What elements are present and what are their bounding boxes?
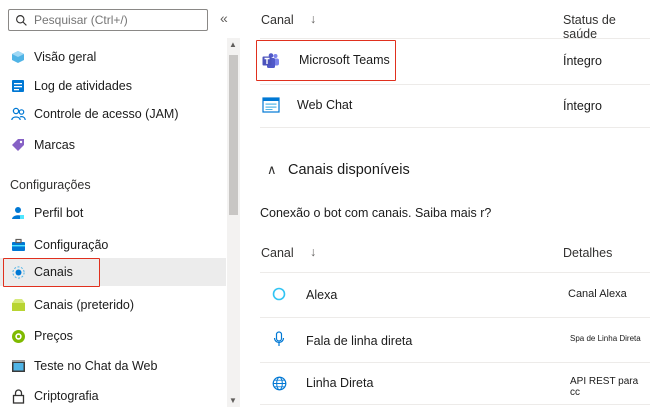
divider	[260, 317, 650, 318]
nav-item-encryption[interactable]: Criptografia	[0, 382, 226, 407]
search-icon	[16, 14, 27, 26]
nav-item-label: Canais (preterido)	[34, 298, 135, 312]
channel-name-alexa[interactable]: Alexa	[306, 288, 337, 302]
log-icon	[10, 78, 26, 94]
nav-item-label: Marcas	[34, 138, 75, 152]
nav-item-label: Configuração	[34, 238, 109, 252]
channels-legacy-icon	[10, 297, 26, 313]
scroll-down-icon[interactable]: ▼	[229, 396, 237, 405]
channel-detail-alexa: Canal Alexa	[568, 288, 627, 300]
channel-name-direct-line-speech[interactable]: Fala de linha direta	[306, 334, 412, 348]
nav-item-activity-log[interactable]: Log de atividades	[0, 72, 226, 100]
available-channels-description: Conexão o bot com canais. Saiba mais r?	[260, 206, 492, 220]
divider	[260, 38, 650, 39]
nav-item-label: Visão geral	[34, 50, 97, 64]
nav-item-bot-profile[interactable]: Perfil bot	[0, 199, 226, 227]
channel-status-webchat: Íntegro	[563, 99, 602, 113]
highlight-box-teams	[256, 40, 396, 81]
lock-icon	[10, 388, 26, 404]
nav-item-test-webchat[interactable]: Teste no Chat da Web	[0, 352, 226, 380]
divider	[260, 404, 650, 405]
channel-name-direct-line[interactable]: Linha Direta	[306, 376, 373, 390]
collapse-chevron-icon[interactable]: ∧	[267, 162, 277, 178]
microphone-icon	[270, 330, 288, 348]
people-icon	[10, 106, 26, 122]
column-header-health-status[interactable]: Status de saúde	[563, 13, 650, 41]
search-input[interactable]	[34, 13, 204, 27]
nav-item-access-control[interactable]: Controle de acesso (JAM)	[0, 100, 226, 128]
nav-item-label: Log de atividades	[34, 79, 132, 93]
divider	[260, 127, 650, 128]
column-header-details[interactable]: Detalhes	[563, 246, 612, 260]
globe-icon	[270, 374, 288, 392]
alexa-icon	[270, 285, 288, 303]
divider	[260, 84, 650, 85]
channel-name-webchat[interactable]: Web Chat	[297, 98, 352, 112]
divider	[260, 272, 650, 273]
search-box[interactable]	[8, 9, 208, 31]
nav-item-configuration[interactable]: Configuração	[0, 231, 226, 259]
nav-item-overview[interactable]: Visão geral	[0, 43, 226, 71]
webchat-icon	[262, 96, 280, 114]
nav-item-label: Teste no Chat da Web	[34, 359, 158, 373]
sort-down-icon-2[interactable]: ↓	[310, 245, 316, 259]
cloud-icon	[10, 49, 26, 65]
section-label-settings: Configurações	[10, 178, 91, 192]
bot-profile-icon	[10, 205, 26, 221]
collapse-sidebar-icon[interactable]: «	[220, 10, 228, 26]
channel-status-teams: Íntegro	[563, 54, 602, 68]
nav-item-label: Perfil bot	[34, 206, 84, 220]
sort-down-icon[interactable]: ↓	[310, 12, 316, 26]
pricing-icon	[10, 328, 26, 344]
column-header-channel[interactable]: Canal	[261, 13, 294, 27]
nav-item-pricing[interactable]: Preços	[0, 322, 226, 350]
nav-item-label: Preços	[34, 329, 73, 343]
scroll-up-icon[interactable]: ▲	[229, 40, 237, 49]
nav-item-label: Criptografia	[34, 389, 99, 403]
main-content: Canal ↓ Status de saúde Microsoft Teams …	[248, 0, 650, 407]
column-header-channel-2[interactable]: Canal	[261, 246, 294, 260]
webchat-test-icon	[10, 358, 26, 374]
channel-detail-direct-line: API REST para cc	[570, 376, 639, 398]
highlight-box-channels	[3, 258, 100, 287]
available-channels-title: Canais disponíveis	[288, 162, 410, 178]
tag-icon	[10, 137, 26, 153]
nav-item-label: Controle de acesso (JAM)	[34, 107, 179, 121]
nav-item-tags[interactable]: Marcas	[0, 131, 226, 159]
divider	[260, 362, 650, 363]
channel-detail-direct-line-speech: Spa de Linha Direta	[570, 334, 641, 343]
sidebar-scrollbar-thumb[interactable]	[229, 55, 238, 215]
sidebar: « Visão geral Log de atividades Controle…	[0, 0, 240, 407]
toolbox-icon	[10, 237, 26, 253]
nav-item-channels-legacy[interactable]: Canais (preterido)	[0, 291, 226, 319]
